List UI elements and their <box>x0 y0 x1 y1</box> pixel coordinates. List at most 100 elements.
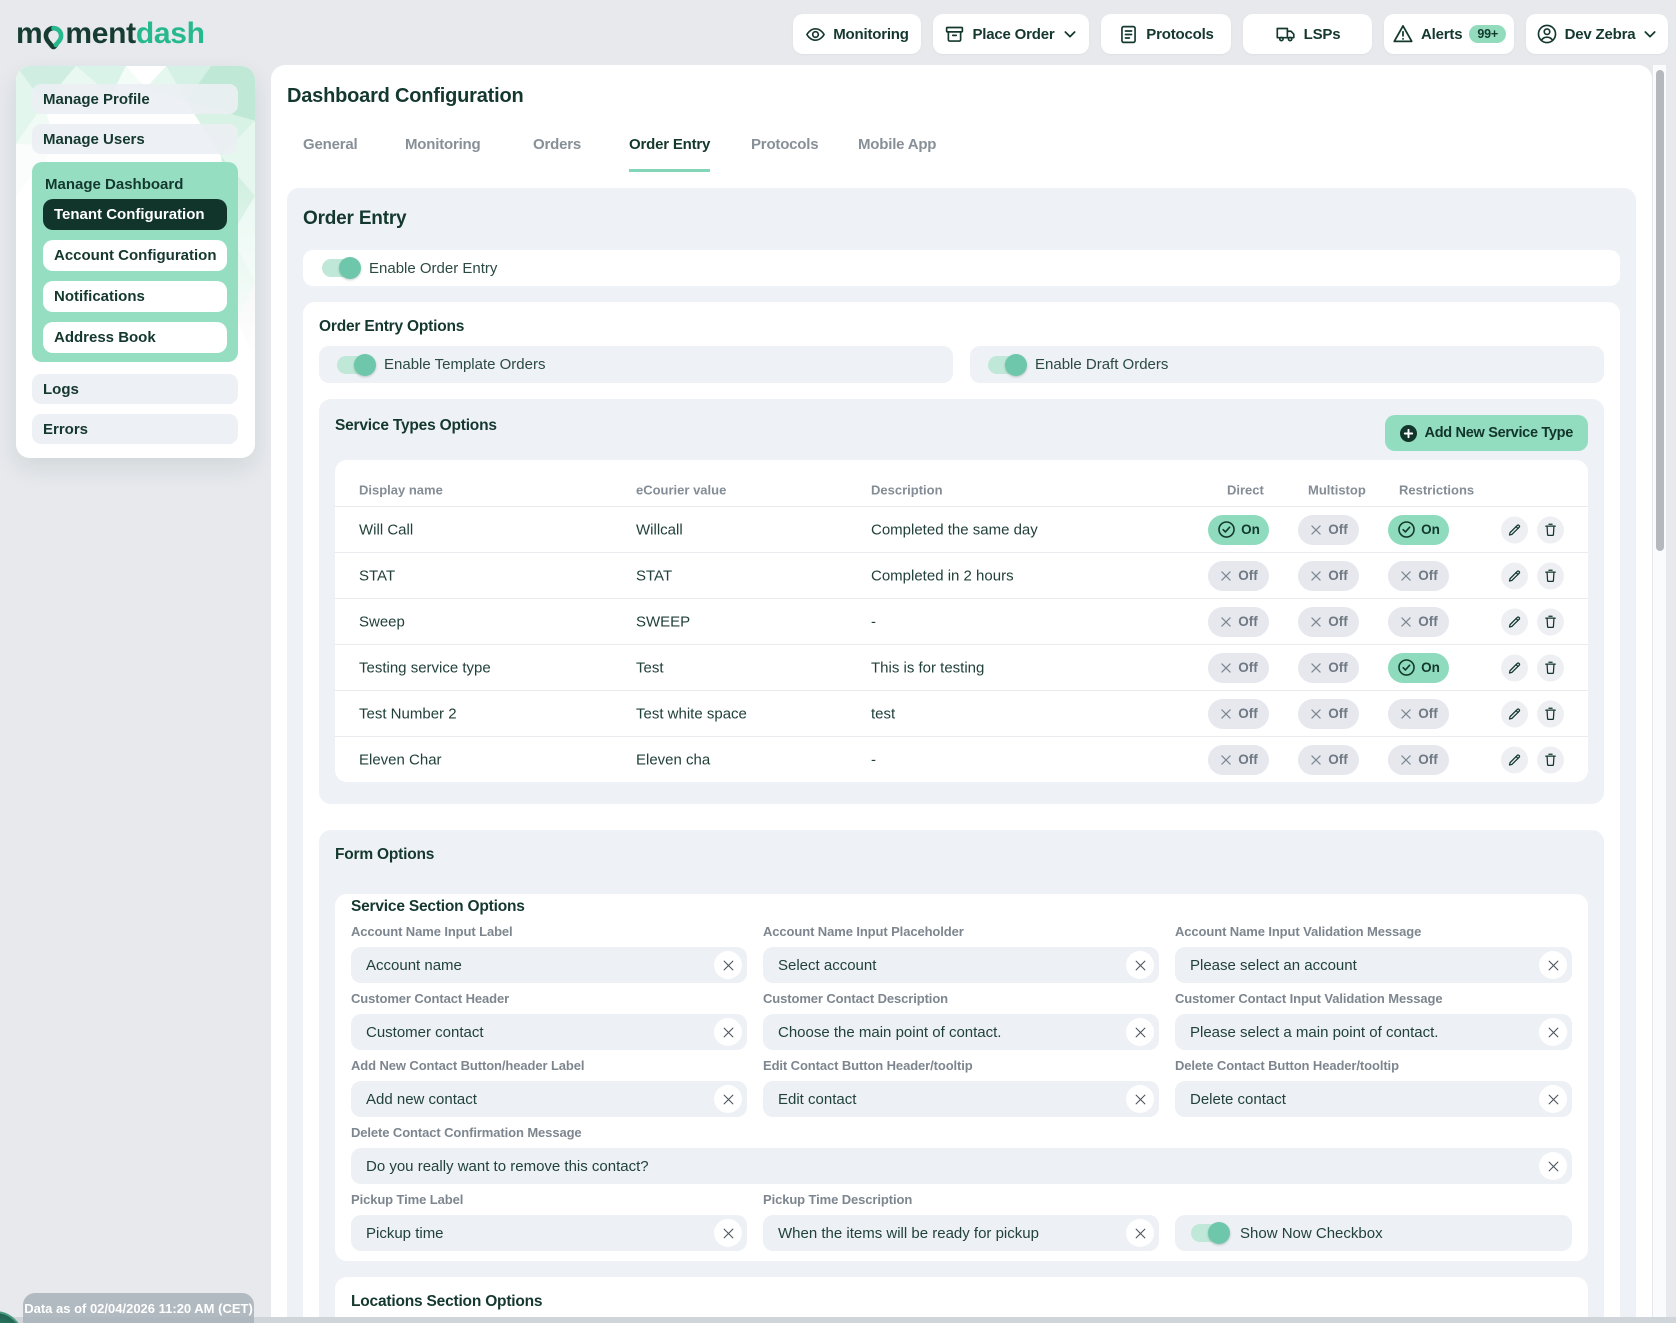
sidebar-item-notifications[interactable]: Notifications <box>43 281 227 312</box>
cell-description: Completed the same day <box>871 521 1038 538</box>
column-header-direct: Direct <box>1227 482 1264 497</box>
clear-field-button[interactable] <box>1126 1018 1154 1046</box>
sidebar-item-account-configuration[interactable]: Account Configuration <box>43 240 227 271</box>
sidebar-item-errors[interactable]: Errors <box>32 414 238 444</box>
field-input[interactable]: Select account <box>763 947 1159 983</box>
edit-service-type-button[interactable] <box>1501 608 1528 635</box>
restrictions-status-pill[interactable]: On <box>1388 653 1449 683</box>
clear-field-button[interactable] <box>1539 1018 1567 1046</box>
clear-field-button[interactable] <box>714 1219 742 1247</box>
direct-status-pill[interactable]: Off <box>1208 653 1269 683</box>
clear-field-button[interactable] <box>714 1085 742 1113</box>
tab-mobile-app[interactable]: Mobile App <box>858 136 936 169</box>
field-input[interactable]: Pickup time <box>351 1215 747 1251</box>
field-input[interactable]: Add new contact <box>351 1081 747 1117</box>
field-account-name-input-validation-message: Account Name Input Validation MessagePle… <box>1175 924 1572 983</box>
field-account-name-input-placeholder: Account Name Input PlaceholderSelect acc… <box>763 924 1159 983</box>
pencil-icon <box>1507 522 1522 537</box>
clear-field-button[interactable] <box>1539 1152 1567 1180</box>
field-input[interactable]: Customer contact <box>351 1014 747 1050</box>
clear-field-button[interactable] <box>1126 951 1154 979</box>
restrictions-status-pill[interactable]: On <box>1388 515 1449 545</box>
field-input[interactable]: When the items will be ready for pickup <box>763 1215 1159 1251</box>
tab-orders[interactable]: Orders <box>533 136 581 169</box>
header-button-user-menu[interactable]: Dev Zebra <box>1526 14 1668 54</box>
delete-service-type-button[interactable] <box>1537 700 1564 727</box>
order-entry-options-title: Order Entry Options <box>319 318 1604 336</box>
clear-field-button[interactable] <box>1539 951 1567 979</box>
sidebar-item-manage-users[interactable]: Manage Users <box>32 124 238 154</box>
delete-service-type-button[interactable] <box>1537 608 1564 635</box>
header-button-lsps[interactable]: LSPs <box>1243 14 1372 54</box>
edit-service-type-button[interactable] <box>1501 516 1528 543</box>
edit-service-type-button[interactable] <box>1501 746 1528 773</box>
sidebar-item-manage-profile[interactable]: Manage Profile <box>32 84 238 114</box>
field-input[interactable]: Do you really want to remove this contac… <box>351 1148 1572 1184</box>
direct-status-pill[interactable]: Off <box>1208 561 1269 591</box>
logo-part-1: m <box>16 17 42 51</box>
header-button-protocols[interactable]: Protocols <box>1101 14 1231 54</box>
tab-order-entry[interactable]: Order Entry <box>629 136 710 172</box>
enable-order-entry-toggle[interactable] <box>322 259 359 277</box>
field-label: Edit Contact Button Header/tooltip <box>763 1058 1159 1073</box>
clear-field-button[interactable] <box>1539 1085 1567 1113</box>
multistop-status-pill[interactable]: Off <box>1298 515 1359 545</box>
field-input[interactable]: Edit contact <box>763 1081 1159 1117</box>
tab-general[interactable]: General <box>303 136 357 169</box>
delete-service-type-button[interactable] <box>1537 746 1564 773</box>
scrollbar-thumb[interactable] <box>1656 70 1664 551</box>
direct-status-pill[interactable]: On <box>1208 515 1269 545</box>
restrictions-status-pill[interactable]: Off <box>1388 561 1449 591</box>
delete-service-type-button[interactable] <box>1537 516 1564 543</box>
clear-field-button[interactable] <box>1126 1219 1154 1247</box>
header-button-place-order[interactable]: Place Order <box>933 14 1089 54</box>
restrictions-status-pill[interactable]: Off <box>1388 745 1449 775</box>
add-new-service-type-button[interactable]: Add New Service Type <box>1385 415 1588 451</box>
edit-service-type-button[interactable] <box>1501 562 1528 589</box>
enable-draft-orders-toggle[interactable] <box>988 356 1025 374</box>
sidebar-item-tenant-configuration[interactable]: Tenant Configuration <box>43 199 227 230</box>
vertical-scrollbar[interactable] <box>1652 65 1666 1317</box>
show-now-checkbox-toggle[interactable] <box>1191 1224 1228 1242</box>
sidebar-group-label: Manage Dashboard <box>43 170 227 199</box>
multistop-status-pill[interactable]: Off <box>1298 561 1359 591</box>
multistop-status-pill[interactable]: Off <box>1298 607 1359 637</box>
field-input[interactable]: Choose the main point of contact. <box>763 1014 1159 1050</box>
multistop-status-pill[interactable]: Off <box>1298 745 1359 775</box>
clear-field-button[interactable] <box>714 1018 742 1046</box>
direct-status-pill[interactable]: Off <box>1208 745 1269 775</box>
header-button-monitoring[interactable]: Monitoring <box>793 14 921 54</box>
delete-service-type-button[interactable] <box>1537 562 1564 589</box>
restrictions-status-pill[interactable]: Off <box>1388 699 1449 729</box>
chevron-down-icon <box>1062 26 1078 42</box>
status-pill-label: Off <box>1328 614 1348 629</box>
delete-service-type-button[interactable] <box>1537 654 1564 681</box>
trash-icon <box>1543 752 1558 768</box>
clear-x-icon <box>1133 1226 1148 1241</box>
restrictions-status-pill[interactable]: Off <box>1388 607 1449 637</box>
tab-protocols[interactable]: Protocols <box>751 136 818 169</box>
field-input[interactable]: Account name <box>351 947 747 983</box>
enable-template-orders-label: Enable Template Orders <box>384 356 545 373</box>
cell-description: - <box>871 613 876 630</box>
field-customer-contact-header: Customer Contact HeaderCustomer contact <box>351 991 747 1050</box>
direct-status-pill[interactable]: Off <box>1208 699 1269 729</box>
multistop-status-pill[interactable]: Off <box>1298 653 1359 683</box>
edit-service-type-button[interactable] <box>1501 700 1528 727</box>
header-button-alerts[interactable]: Alerts99+ <box>1384 14 1514 54</box>
sidebar-item-logs[interactable]: Logs <box>32 374 238 404</box>
edit-service-type-button[interactable] <box>1501 654 1528 681</box>
field-input[interactable]: Please select an account <box>1175 947 1572 983</box>
field-input[interactable]: Please select a main point of contact. <box>1175 1014 1572 1050</box>
multistop-status-pill[interactable]: Off <box>1298 699 1359 729</box>
tab-monitoring[interactable]: Monitoring <box>405 136 480 169</box>
direct-status-pill[interactable]: Off <box>1208 607 1269 637</box>
clear-x-icon <box>1133 1025 1148 1040</box>
clear-field-button[interactable] <box>1126 1085 1154 1113</box>
clear-field-button[interactable] <box>714 951 742 979</box>
field-input[interactable]: Delete contact <box>1175 1081 1572 1117</box>
sidebar-item-address-book[interactable]: Address Book <box>43 322 227 353</box>
header-button-label: Alerts <box>1421 26 1462 43</box>
enable-template-orders-toggle[interactable] <box>337 356 374 374</box>
app-logo[interactable]: m ment dash <box>16 16 205 52</box>
